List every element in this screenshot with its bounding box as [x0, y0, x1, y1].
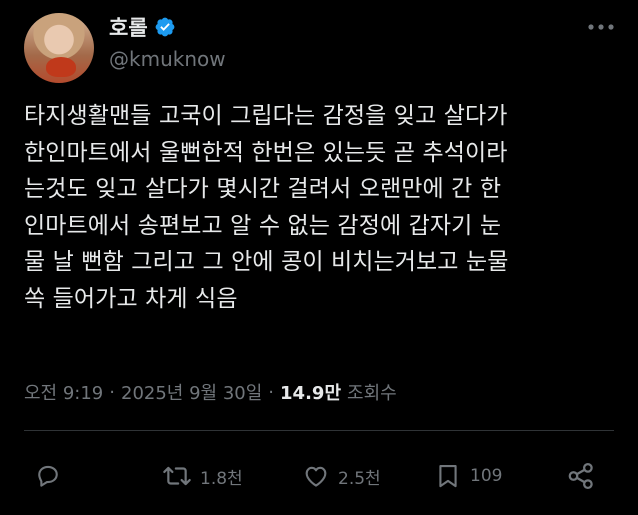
heart-icon — [305, 466, 327, 487]
bookmark-count: 109 — [470, 466, 503, 486]
name-row: 호롤 — [109, 12, 176, 42]
more-options-button[interactable] — [583, 14, 619, 40]
retweet-button[interactable]: 1.8천 — [162, 455, 243, 497]
retweet-count: 1.8천 — [200, 468, 243, 489]
share-icon — [568, 463, 593, 489]
retweet-icon — [163, 466, 191, 486]
avatar[interactable] — [24, 13, 94, 83]
like-button[interactable]: 2.5천 — [302, 455, 381, 497]
more-options-icon — [588, 24, 614, 30]
user-handle[interactable]: @kmuknow — [109, 47, 226, 71]
reply-button[interactable] — [34, 455, 70, 497]
views-count[interactable]: 14.9만 — [280, 379, 341, 405]
tweet-time[interactable]: 오전 9:19 — [24, 379, 103, 405]
views-label: 조회수 — [347, 383, 397, 404]
like-count: 2.5천 — [338, 468, 381, 489]
tweet-meta: 오전 9:19 · 2025년 9월 30일 · 14.9만 조회수 — [24, 378, 397, 406]
tweet-date[interactable]: 2025년 9월 30일 — [121, 379, 262, 405]
tweet-text: 타지생활맨들 고국이 그립다는 감정을 잊고 살다가 한인마트에서 울뻔한적 한… — [24, 103, 509, 312]
divider — [24, 430, 614, 431]
meta-separator-2: · — [268, 381, 275, 403]
bookmark-button[interactable]: 109 — [434, 455, 502, 497]
action-bar: 1.8천 2.5천 109 — [24, 455, 614, 497]
display-name[interactable]: 호롤 — [109, 12, 148, 42]
share-button[interactable] — [566, 455, 596, 497]
meta-separator: · — [109, 381, 115, 403]
reply-icon — [38, 465, 58, 487]
verified-badge-icon — [154, 16, 176, 38]
avatar-food-detail — [46, 57, 76, 77]
bookmark-icon — [439, 465, 457, 488]
